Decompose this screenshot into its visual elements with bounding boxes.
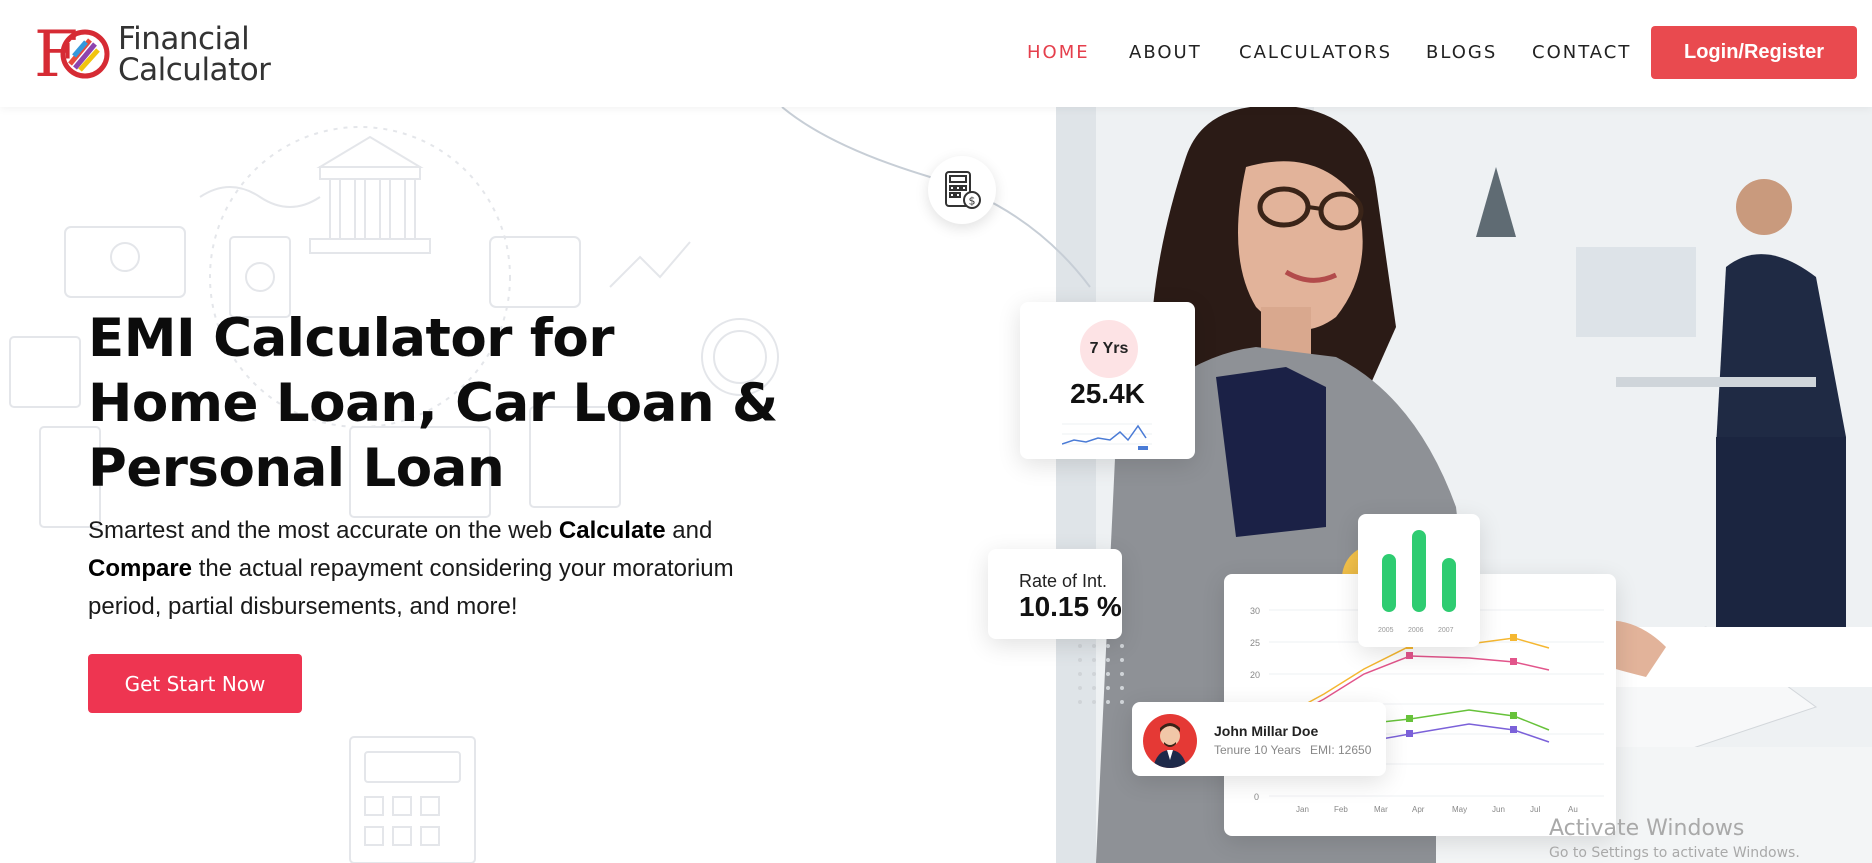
mini-sparkline xyxy=(1062,423,1152,450)
nav-calculators[interactable]: CALCULATORS xyxy=(1239,42,1392,63)
bar-2007 xyxy=(1442,558,1456,612)
logo-text: Financial Calculator xyxy=(118,21,271,88)
bar-label-2006: 2006 xyxy=(1408,627,1424,634)
nav-blogs[interactable]: BLOGS xyxy=(1426,42,1497,63)
calculator-dollar-icon: $ xyxy=(928,156,996,224)
x-tick-mar: Mar xyxy=(1374,805,1388,814)
bar-label-2005: 2005 xyxy=(1378,627,1394,634)
x-tick-may: May xyxy=(1452,805,1467,814)
avatar xyxy=(1143,714,1197,768)
bar-label-2007: 2007 xyxy=(1438,627,1454,634)
user-card: John Millar Doe Tenure 10 Years EMI: 126… xyxy=(1132,702,1386,776)
x-tick-apr: Apr xyxy=(1412,805,1425,814)
user-emi: EMI: 12650 xyxy=(1310,743,1372,757)
nav-about[interactable]: ABOUT xyxy=(1129,42,1202,63)
site-header: F Financial Calculator HOME ABOUT CALCUL… xyxy=(0,0,1872,107)
get-start-now-button[interactable]: Get Start Now xyxy=(88,654,302,713)
y-tick-30: 30 xyxy=(1250,606,1260,616)
x-tick-jan: Jan xyxy=(1296,805,1309,814)
svg-text:F: F xyxy=(34,20,78,86)
bar-chart-card: 2005 2006 2007 xyxy=(1358,514,1480,647)
user-tenure: Tenure 10 Years xyxy=(1214,743,1301,757)
hero-title: EMI Calculator for Home Loan, Car Loan &… xyxy=(88,308,778,499)
logo[interactable]: F Financial Calculator xyxy=(34,20,284,86)
nav-home[interactable]: HOME xyxy=(1027,42,1090,63)
user-name: John Millar Doe xyxy=(1214,723,1319,739)
x-tick-feb: Feb xyxy=(1334,805,1348,814)
x-tick-jul: Jul xyxy=(1530,805,1540,814)
x-tick-jun: Jun xyxy=(1492,805,1505,814)
logo-mark-icon: F xyxy=(34,20,110,86)
rate-value: 10.15 % xyxy=(1019,591,1122,622)
y-tick-25: 25 xyxy=(1250,638,1260,648)
interest-rate-card: Rate of Int. 10.15 % xyxy=(988,549,1122,639)
tenure-value: 25.4K xyxy=(1070,378,1145,409)
bar-chart: 2005 2006 2007 xyxy=(1378,530,1456,634)
hero-description: Smartest and the most accurate on the we… xyxy=(88,517,734,620)
y-tick-20: 20 xyxy=(1250,670,1260,680)
bar-2005 xyxy=(1382,554,1396,612)
svg-text:$: $ xyxy=(969,195,976,208)
login-register-button[interactable]: Login/Register xyxy=(1651,26,1857,79)
bar-2006 xyxy=(1412,530,1426,612)
x-tick-au: Au xyxy=(1568,805,1578,814)
nav-contact[interactable]: CONTACT xyxy=(1532,42,1631,63)
y-tick-0: 0 xyxy=(1254,792,1259,802)
tenure-badge: 7 Yrs xyxy=(1080,320,1138,378)
rate-label: Rate of Int. xyxy=(1019,571,1108,591)
tenure-card: 7 Yrs 25.4K xyxy=(1020,302,1195,459)
windows-activation-watermark: Activate Windows Go to Settings to activ… xyxy=(1549,816,1800,861)
